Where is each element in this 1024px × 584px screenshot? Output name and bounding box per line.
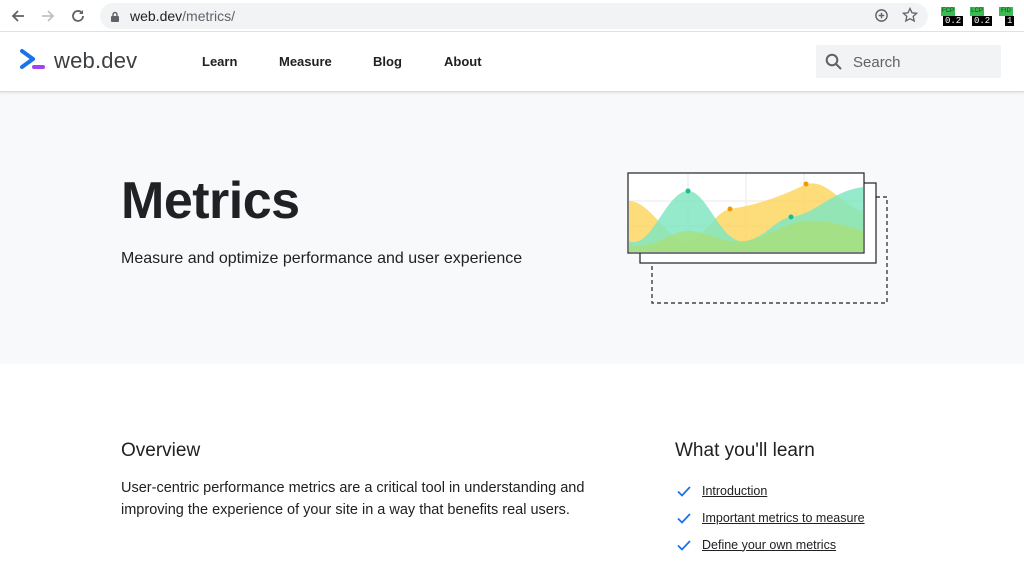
fcp-value: 0.2 bbox=[943, 16, 964, 26]
checkmark-icon bbox=[676, 537, 692, 553]
add-circle-icon[interactable] bbox=[874, 8, 889, 28]
reload-icon[interactable] bbox=[68, 6, 88, 26]
lcp-label: LCP bbox=[970, 7, 984, 16]
overview-heading: Overview bbox=[121, 440, 201, 461]
fid-value: 1 bbox=[1005, 16, 1015, 26]
nav-about[interactable]: About bbox=[444, 54, 482, 69]
search-placeholder: Search bbox=[853, 54, 901, 71]
lcp-value: 0.2 bbox=[972, 16, 993, 26]
nav-measure[interactable]: Measure bbox=[279, 54, 332, 69]
overview-body: User-centric performance metrics are a c… bbox=[121, 480, 585, 518]
address-bar[interactable]: web.dev/metrics/ bbox=[100, 3, 928, 29]
forward-arrow-icon[interactable] bbox=[38, 6, 58, 26]
list-item: Introduction bbox=[676, 477, 865, 504]
lcp-extension-badge[interactable]: LCP 0.2 bbox=[970, 7, 993, 27]
page-subtitle: Measure and optimize performance and use… bbox=[121, 250, 523, 267]
learn-heading: What you'll learn bbox=[675, 440, 815, 461]
search-icon bbox=[825, 53, 843, 76]
nav-learn[interactable]: Learn bbox=[202, 54, 237, 69]
site-logo[interactable]: web.dev bbox=[20, 46, 137, 76]
bookmark-star-icon[interactable] bbox=[901, 6, 919, 28]
nav-blog[interactable]: Blog bbox=[373, 54, 402, 69]
logo-arrow-icon bbox=[20, 48, 46, 75]
fid-extension-badge[interactable]: FID 1 bbox=[999, 7, 1015, 27]
fcp-extension-badge[interactable]: FCP 0.2 bbox=[941, 7, 964, 27]
learn-link-important-metrics[interactable]: Important metrics to measure bbox=[702, 511, 865, 525]
learn-link-introduction[interactable]: Introduction bbox=[702, 484, 767, 498]
checkmark-icon bbox=[676, 483, 692, 499]
front-chart bbox=[627, 172, 865, 254]
search-input[interactable]: Search bbox=[816, 45, 1001, 78]
fid-label: FID bbox=[999, 7, 1013, 16]
site-header: web.dev Learn Measure Blog About Search bbox=[0, 32, 1024, 92]
fcp-label: FCP bbox=[941, 7, 955, 16]
hero-section: Metrics Measure and optimize performance… bbox=[0, 93, 1024, 364]
logo-text: web.dev bbox=[54, 48, 138, 73]
browser-toolbar: web.dev/metrics/ FCP 0.2 LCP 0.2 FID 1 bbox=[0, 0, 1024, 32]
list-item: Important metrics to measure bbox=[676, 504, 865, 531]
list-item: Define your own metrics bbox=[676, 531, 865, 558]
metrics-chart-illustration bbox=[626, 171, 896, 311]
checkmark-icon bbox=[676, 510, 692, 526]
learn-link-define-metrics[interactable]: Define your own metrics bbox=[702, 538, 836, 552]
back-arrow-icon[interactable] bbox=[8, 6, 28, 26]
lock-icon bbox=[110, 10, 120, 28]
url-text: web.dev/metrics/ bbox=[130, 8, 236, 24]
learn-list: Introduction Important metrics to measur… bbox=[676, 477, 865, 558]
page-title: Metrics bbox=[121, 172, 300, 230]
